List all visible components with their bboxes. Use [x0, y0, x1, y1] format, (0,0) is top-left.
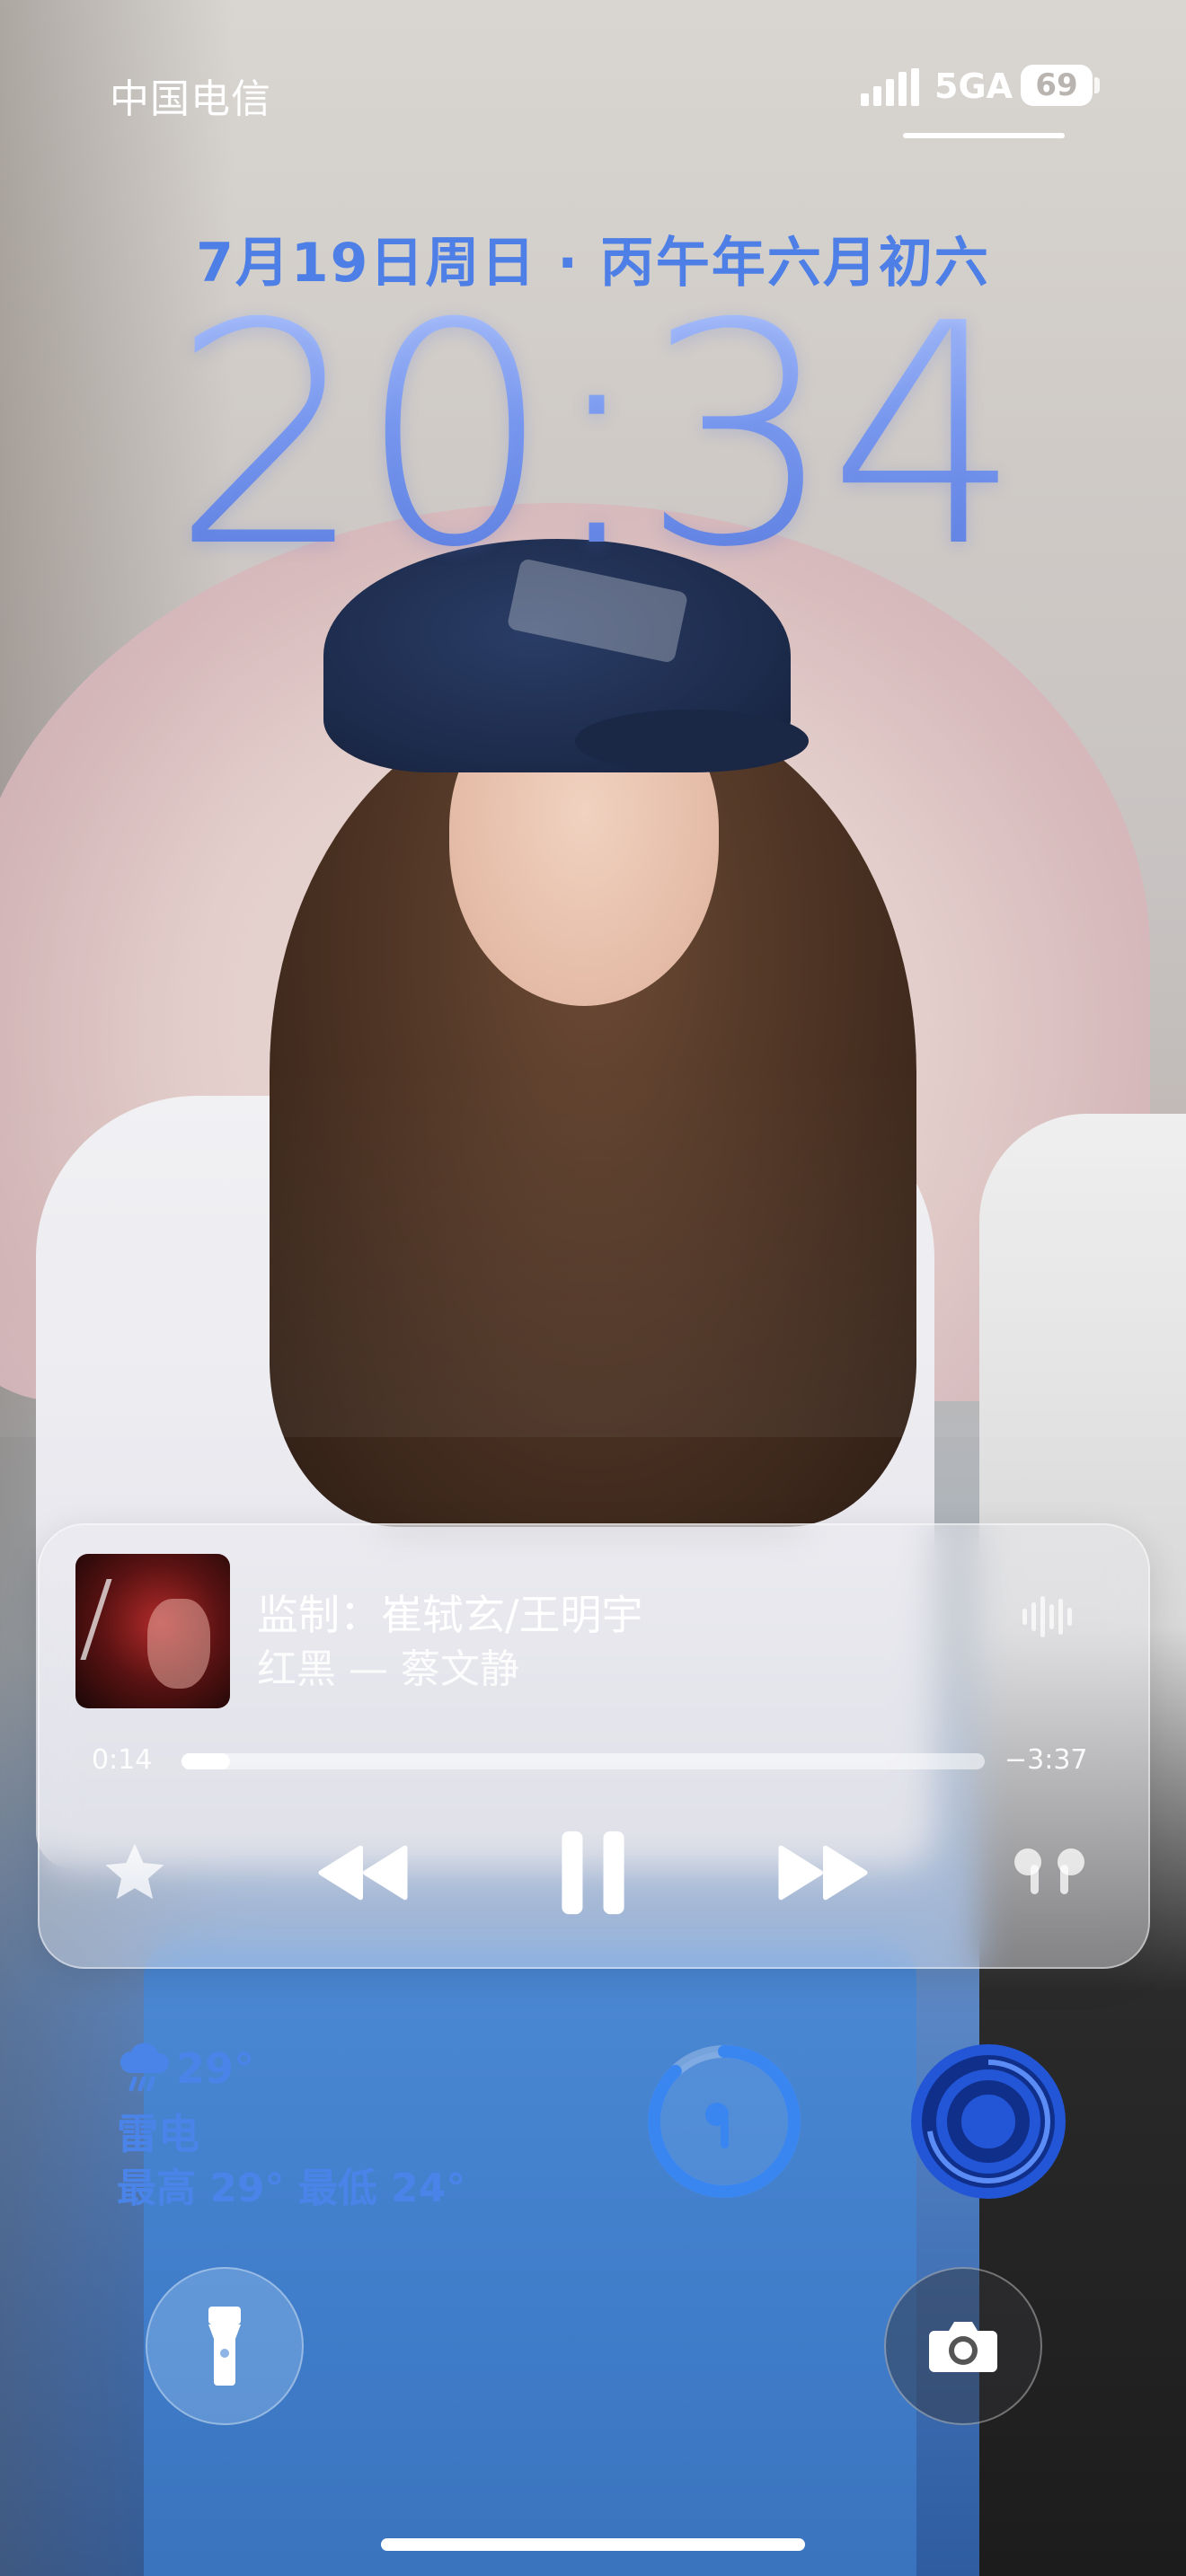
wallpaper-pants	[144, 1940, 916, 2576]
previous-track-button[interactable]	[309, 1832, 417, 1913]
play-pause-button[interactable]	[550, 1831, 636, 1915]
flashlight-button[interactable]	[146, 2267, 304, 2425]
playback-scrubber[interactable]	[181, 1753, 985, 1769]
home-indicator[interactable]	[381, 2538, 805, 2551]
song-artist: 红黑 — 蔡文静	[257, 1646, 519, 1692]
battery-level: 69	[1021, 65, 1093, 106]
airpods-icon	[1014, 1848, 1084, 1894]
lock-clock: 20:34	[0, 284, 1186, 589]
airpods-ring-icon	[648, 2045, 801, 2198]
rewind-icon	[318, 1845, 408, 1901]
star-icon	[105, 1843, 164, 1900]
activity-ring-icon	[911, 2044, 1066, 2199]
remaining-time: −3:37	[1005, 1744, 1088, 1776]
audio-output-button[interactable]	[1005, 1832, 1094, 1913]
notification-indicator-line	[903, 133, 1065, 138]
fitness-widget[interactable]	[907, 2041, 1069, 2202]
camera-icon	[929, 2322, 997, 2372]
wallpaper-overlay	[0, 1060, 1186, 1437]
airpods-battery-widget[interactable]	[643, 2041, 805, 2202]
weather-temperature: 29°	[176, 2044, 255, 2093]
network-type-label: 5GA	[934, 66, 1013, 106]
weather-condition: 雷电	[117, 2110, 199, 2158]
weather-high-low: 最高 29° 最低 24°	[117, 2166, 466, 2211]
favorite-button[interactable]	[90, 1832, 180, 1913]
fast-forward-icon	[778, 1845, 868, 1901]
pause-icon	[562, 1831, 624, 1915]
cellular-signal-icon	[861, 68, 920, 106]
next-track-button[interactable]	[769, 1832, 877, 1913]
camera-button[interactable]	[884, 2267, 1042, 2425]
audio-waveform-icon	[1022, 1595, 1076, 1638]
song-title: 监制：崔轼玄/王明宇	[257, 1591, 643, 1639]
flashlight-icon	[208, 2307, 241, 2386]
battery-icon	[1094, 77, 1100, 93]
album-artwork[interactable]	[75, 1554, 230, 1708]
thunderstorm-icon	[117, 2041, 174, 2095]
carrier-label: 中国电信	[110, 76, 271, 122]
wallpaper-cap-bill	[575, 710, 809, 772]
playback-progress	[181, 1753, 230, 1769]
elapsed-time: 0:14	[92, 1744, 153, 1776]
